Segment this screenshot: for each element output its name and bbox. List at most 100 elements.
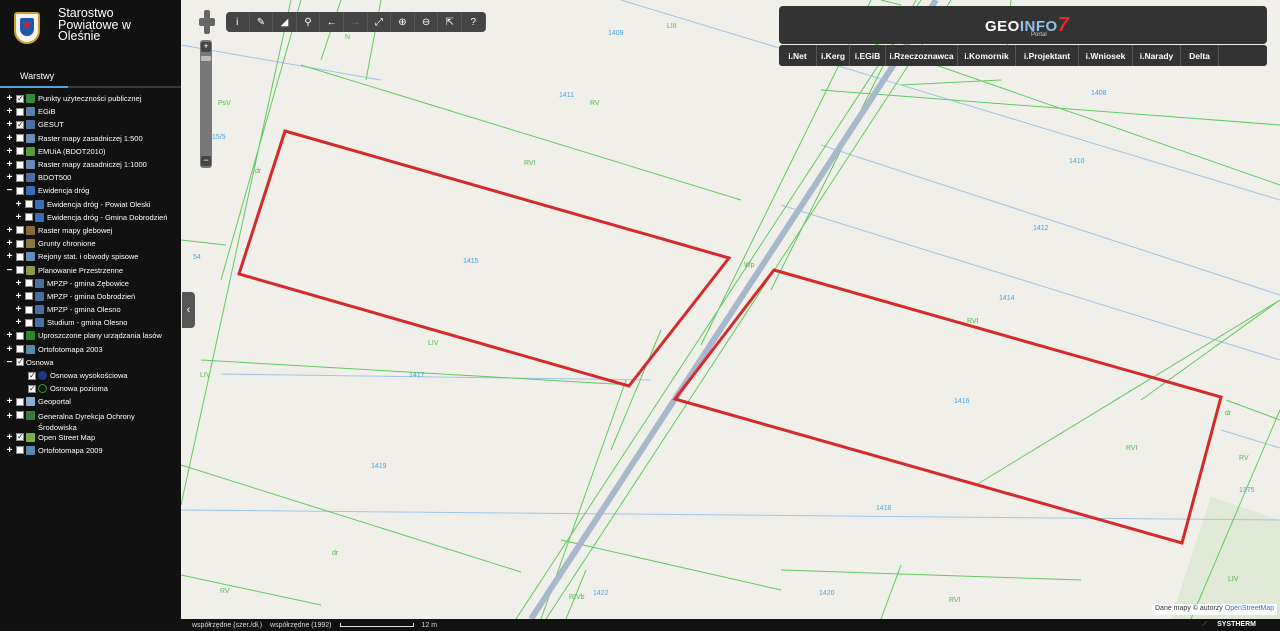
layer-checkbox[interactable] (16, 345, 24, 354)
layer-checkbox[interactable] (16, 357, 24, 367)
layer-checkbox[interactable] (25, 305, 33, 314)
layer-item[interactable]: + Geoportal (0, 395, 181, 408)
layer-item[interactable]: + BDOT500 (0, 171, 181, 184)
share-icon[interactable]: ⇱ (438, 12, 462, 32)
layer-checkbox[interactable] (25, 279, 33, 288)
layer-item[interactable]: − Osnowa (0, 356, 181, 369)
help-icon[interactable]: ? (462, 12, 486, 32)
expand-icon[interactable]: + (5, 251, 14, 262)
layer-checkbox[interactable] (16, 266, 24, 275)
expand-icon[interactable]: + (5, 445, 14, 456)
highlighted-parcel-1416[interactable] (672, 268, 1223, 545)
expand-icon[interactable]: + (5, 238, 14, 249)
zoom-in-icon[interactable]: ⊕ (391, 12, 415, 32)
nav-inet[interactable]: i.Net (779, 45, 817, 66)
nav-iwniosek[interactable]: i.Wniosek (1079, 45, 1133, 66)
collapse-icon[interactable]: − (5, 265, 14, 276)
layer-checkbox[interactable] (28, 371, 36, 380)
layer-item[interactable]: + MPZP - gmina Olesno (0, 303, 181, 316)
zoom-out-button[interactable]: − (201, 156, 211, 166)
layer-checkbox[interactable] (28, 384, 36, 393)
layer-checkbox[interactable] (16, 94, 24, 103)
full-extent-icon[interactable]: ⤢ (368, 12, 392, 32)
expand-icon[interactable]: + (5, 411, 14, 422)
expand-icon[interactable]: + (5, 119, 14, 130)
nav-inarady[interactable]: i.Narady (1133, 45, 1181, 66)
expand-icon[interactable]: + (14, 199, 23, 210)
zoom-in-button[interactable]: + (201, 42, 211, 52)
expand-icon[interactable]: + (5, 330, 14, 341)
nav-iprojektant[interactable]: i.Projektant (1016, 45, 1079, 66)
layer-item[interactable]: + Ortofotomapa 2009 (0, 444, 181, 457)
layer-checkbox[interactable] (16, 173, 24, 182)
ruler-icon[interactable]: ✎ (250, 12, 274, 32)
osm-link[interactable]: OpenStreetMap (1225, 605, 1274, 612)
layer-checkbox[interactable] (16, 186, 24, 195)
expand-icon[interactable]: + (5, 93, 14, 104)
layer-checkbox[interactable] (25, 213, 33, 222)
layer-item[interactable]: + Raster mapy glebowej (0, 224, 181, 237)
back-arrow-icon[interactable]: ← (320, 12, 344, 32)
geoinfo-logo[interactable]: GEOINFO7 (985, 14, 1069, 37)
expand-icon[interactable]: + (5, 133, 14, 144)
info-icon[interactable]: i (226, 12, 250, 32)
forward-arrow-icon[interactable]: → (344, 12, 368, 32)
expand-icon[interactable]: + (5, 106, 14, 117)
layer-item[interactable]: + MPZP - gmina Dobrodzień (0, 290, 181, 303)
layer-item[interactable]: + Ewidencja dróg - Gmina Dobrodzień (0, 211, 181, 224)
layer-checkbox[interactable] (16, 107, 24, 116)
expand-icon[interactable]: + (5, 432, 14, 443)
layer-checkbox[interactable] (16, 410, 24, 419)
layer-item[interactable]: + Punkty użyteczności publicznej (0, 92, 181, 105)
layer-checkbox[interactable] (16, 252, 24, 261)
layer-item[interactable]: + Generalna Dyrekcja Ochrony Środowiska (0, 409, 181, 432)
layer-item[interactable]: + Ortofotomapa 2003 (0, 343, 181, 356)
expand-icon[interactable]: + (5, 396, 14, 407)
layer-checkbox[interactable] (16, 226, 24, 235)
layer-checkbox[interactable] (16, 160, 24, 169)
pan-control[interactable] (199, 10, 215, 34)
layer-item[interactable]: Osnowa wysokościowa (0, 369, 181, 382)
expand-icon[interactable]: + (14, 304, 23, 315)
layer-item[interactable]: + Raster mapy zasadniczej 1:500 (0, 132, 181, 145)
layer-checkbox[interactable] (25, 292, 33, 301)
layer-item[interactable]: + EMUiA (BDOT2010) (0, 145, 181, 158)
nav-ikomornik[interactable]: i.Komornik (958, 45, 1016, 66)
layer-item[interactable]: Osnowa pozioma (0, 382, 181, 395)
layer-checkbox[interactable] (16, 432, 24, 442)
layer-item[interactable]: + Studium - gmina Olesno (0, 316, 181, 329)
expand-icon[interactable]: + (5, 344, 14, 355)
expand-icon[interactable]: + (5, 146, 14, 157)
area-icon[interactable]: ◢ (273, 12, 297, 32)
expand-icon[interactable]: + (14, 317, 23, 328)
layer-checkbox[interactable] (16, 397, 24, 406)
layer-item[interactable]: + Raster mapy zasadniczej 1:1000 (0, 158, 181, 171)
layer-item[interactable]: + Ewidencja dróg - Powiat Oleski (0, 198, 181, 211)
expand-icon[interactable]: + (5, 172, 14, 183)
highlighted-parcel-1415[interactable] (237, 129, 732, 388)
layer-item[interactable]: + GESUT (0, 118, 181, 131)
nav-iegib[interactable]: i.EGiB (850, 45, 886, 66)
nav-delta[interactable]: Delta (1181, 45, 1219, 66)
search-icon[interactable]: ⚲ (297, 12, 321, 32)
layer-item[interactable]: + Uproszczone plany urządzania lasów (0, 329, 181, 342)
layer-checkbox[interactable] (16, 331, 24, 340)
layer-item[interactable]: − Planowanie Przestrzenne (0, 263, 181, 276)
zoom-slider[interactable]: + − (200, 40, 212, 168)
expand-icon[interactable]: + (5, 225, 14, 236)
map-canvas[interactable]: 1409 1411 1408 1410 1412 1414 1415 1416 1417 1418… (181, 0, 1280, 619)
nav-ikerg[interactable]: i.Kerg (817, 45, 850, 66)
zoom-out-icon[interactable]: ⊖ (415, 12, 439, 32)
layer-item[interactable]: + EGiB (0, 105, 181, 118)
collapse-icon[interactable]: − (5, 185, 14, 196)
layer-checkbox[interactable] (25, 200, 33, 209)
expand-icon[interactable]: + (14, 212, 23, 223)
collapse-sidebar-button[interactable]: ‹ (182, 292, 195, 328)
layer-checkbox[interactable] (25, 318, 33, 327)
layer-item[interactable]: + Open Street Map (0, 431, 181, 444)
layer-item[interactable]: − Ewidencja dróg (0, 184, 181, 197)
layer-checkbox[interactable] (16, 120, 24, 129)
expand-icon[interactable]: + (14, 278, 23, 289)
layer-item[interactable]: + Rejony stat. i obwody spisowe (0, 250, 181, 263)
layer-checkbox[interactable] (16, 239, 24, 248)
